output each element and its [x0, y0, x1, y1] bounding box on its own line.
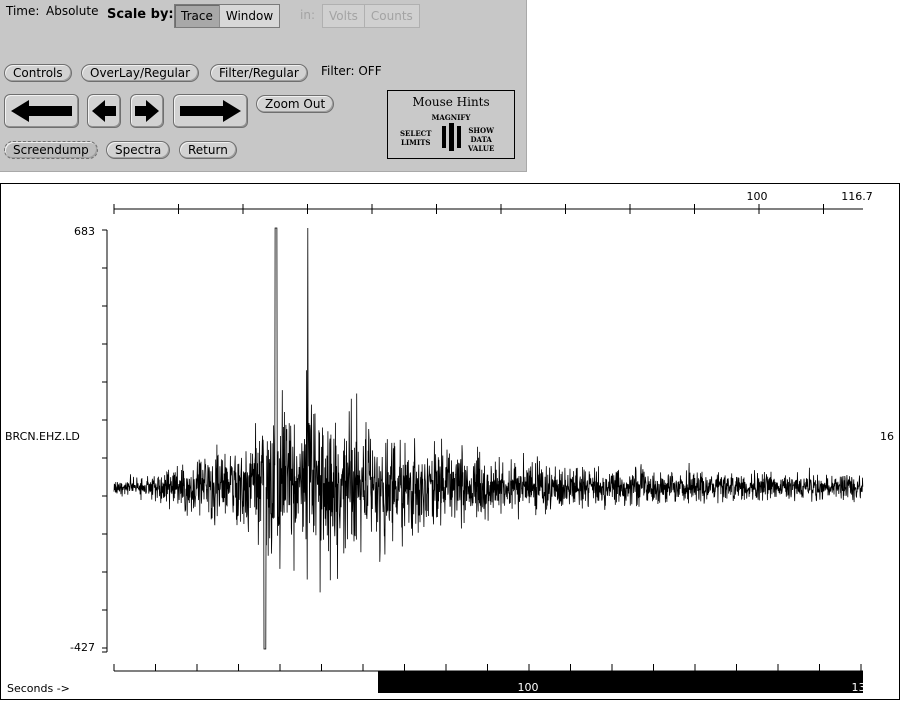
seismogram-plot[interactable]: 100 116.7 683 -427 BRCN.EHZ.LD 16 100 13…	[0, 183, 900, 700]
controls-button[interactable]: Controls	[4, 64, 72, 82]
y-max-label: 683	[74, 225, 95, 238]
screendump-button[interactable]: Screendump	[4, 141, 98, 159]
scale-by-label: Scale by:	[107, 7, 174, 22]
station-label: BRCN.EHZ.LD	[5, 430, 80, 443]
bottom-tick-label-131: 131	[852, 681, 873, 694]
scale-window-option[interactable]: Window	[220, 5, 279, 27]
seismogram-canvas[interactable]: 100 116.7 683 -427 BRCN.EHZ.LD 16 100 13…	[1, 184, 899, 699]
units-label: in:	[300, 8, 315, 22]
mouse-hints-panel: Mouse Hints MAGNIFY SELECT LIMITS SHOW D…	[387, 90, 515, 159]
left-arrow-icon	[92, 100, 116, 122]
filter-regular-button[interactable]: Filter/Regular	[210, 64, 308, 82]
waveform-trace[interactable]	[113, 227, 864, 650]
units-counts-option[interactable]: Counts	[365, 5, 419, 27]
scroll-left-button[interactable]	[87, 94, 121, 128]
time-label: Time:	[6, 4, 40, 18]
mouse-hints-title: Mouse Hints	[412, 95, 490, 109]
y-min-label: -427	[70, 641, 95, 654]
filter-status: Filter: OFF	[321, 64, 382, 78]
scale-trace-option[interactable]: Trace	[175, 5, 220, 27]
scroll-far-left-button[interactable]	[4, 94, 79, 128]
units-toggle[interactable]: Volts Counts	[322, 4, 420, 28]
scroll-far-right-button[interactable]	[173, 94, 248, 128]
return-button[interactable]: Return	[179, 141, 237, 159]
magnify-hint: MAGNIFY	[431, 113, 471, 122]
select-hint-line1: SELECT	[400, 129, 432, 138]
select-limits-hint: SELECT LIMITS	[400, 129, 431, 147]
control-panel: Time: Absolute Scale by: Trace Window in…	[0, 0, 527, 172]
show-hint-line2: DATA	[470, 135, 492, 144]
right-value-label: 16	[880, 430, 894, 443]
overlay-regular-button[interactable]: OverLay/Regular	[81, 64, 200, 82]
time-value: Absolute	[46, 4, 99, 18]
units-volts-option[interactable]: Volts	[323, 5, 365, 27]
top-tick-label-116: 116.7	[841, 190, 873, 203]
show-data-value-hint: SHOW DATA VALUE	[468, 126, 494, 153]
selection-range-bar[interactable]	[378, 671, 863, 693]
spectra-button[interactable]: Spectra	[106, 141, 171, 159]
select-hint-line2: LIMITS	[400, 138, 431, 147]
big-right-arrow-icon	[180, 100, 241, 122]
bottom-tick-label-100: 100	[518, 681, 539, 694]
mouse-buttons-icon	[442, 123, 461, 151]
scroll-right-button[interactable]	[130, 94, 164, 128]
top-tick-label-100: 100	[747, 190, 768, 203]
show-hint-line3: VALUE	[468, 144, 495, 153]
scale-by-toggle[interactable]: Trace Window	[174, 4, 281, 28]
right-arrow-icon	[135, 100, 159, 122]
big-left-arrow-icon	[11, 100, 72, 122]
x-axis-label: Seconds ->	[7, 682, 70, 695]
show-hint-line1: SHOW	[468, 126, 494, 135]
zoom-out-button[interactable]: Zoom Out	[256, 95, 335, 113]
